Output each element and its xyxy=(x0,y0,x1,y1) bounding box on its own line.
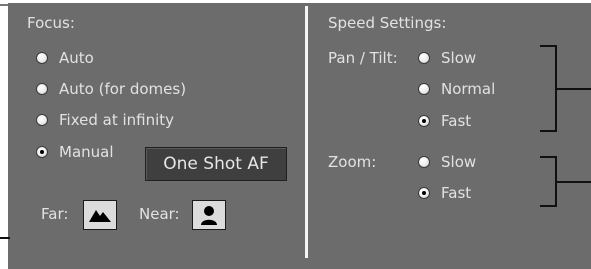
one-shot-af-button[interactable]: One Shot AF xyxy=(145,147,287,181)
top-left-mark xyxy=(0,4,8,6)
zoom-label: Zoom: xyxy=(328,153,377,171)
pan-tilt-slow-radio[interactable] xyxy=(418,52,430,64)
near-label: Near: xyxy=(139,205,180,223)
focus-far-button[interactable] xyxy=(83,200,117,230)
focus-option-label: Manual xyxy=(59,143,114,161)
speed-title: Speed Settings: xyxy=(328,14,447,32)
pan-tilt-option-label: Slow xyxy=(441,49,477,67)
pan-tilt-option-label: Normal xyxy=(441,80,496,98)
pan-tilt-label: Pan / Tilt: xyxy=(328,49,398,67)
focus-option-label: Fixed at infinity xyxy=(59,111,175,129)
focus-auto-radio[interactable] xyxy=(36,52,48,64)
zoom-callout-line xyxy=(557,181,591,183)
zoom-slow-radio[interactable] xyxy=(418,156,430,168)
zoom-option-label: Slow xyxy=(441,153,477,171)
pan-tilt-normal-radio[interactable] xyxy=(418,83,430,95)
focus-option-label: Auto (for domes) xyxy=(59,80,187,98)
zoom-fast-radio[interactable] xyxy=(418,187,430,199)
pan-tilt-bracket xyxy=(540,45,557,132)
focus-auto-domes-radio[interactable] xyxy=(36,83,48,95)
focus-manual-radio[interactable] xyxy=(36,146,48,158)
section-divider xyxy=(305,6,308,258)
pan-tilt-option-label: Fast xyxy=(441,112,472,130)
person-icon xyxy=(201,206,217,225)
pan-tilt-fast-radio[interactable] xyxy=(418,115,430,127)
focus-option-label: Auto xyxy=(59,49,94,67)
zoom-bracket xyxy=(540,156,557,207)
mountain-icon xyxy=(89,210,111,222)
far-label: Far: xyxy=(41,205,69,223)
zoom-option-label: Fast xyxy=(441,184,472,202)
focus-near-button[interactable] xyxy=(192,200,226,230)
focus-fixed-infinity-radio[interactable] xyxy=(36,114,48,126)
left-callout-line xyxy=(0,237,10,239)
focus-title: Focus: xyxy=(27,14,75,32)
pan-tilt-callout-line xyxy=(557,88,591,90)
